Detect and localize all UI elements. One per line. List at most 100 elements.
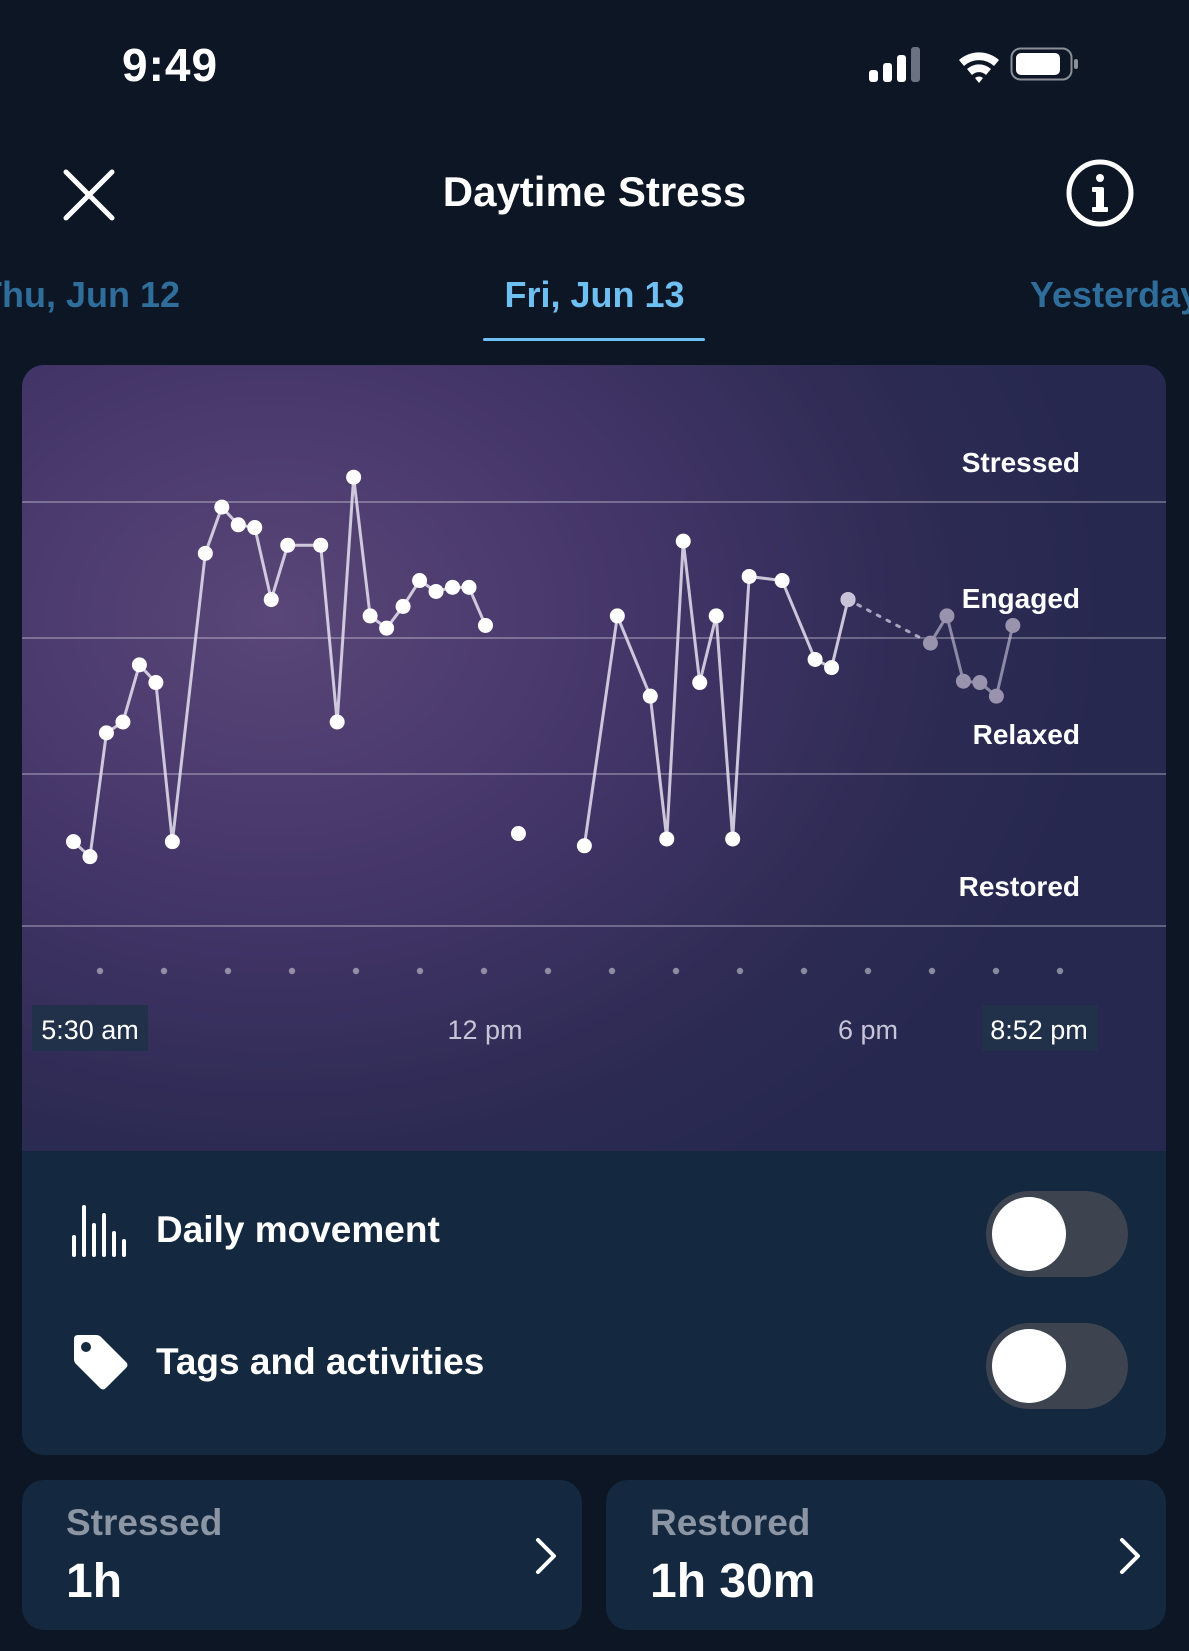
hour-dot <box>352 967 360 975</box>
data-point <box>807 651 823 667</box>
data-point <box>247 520 263 536</box>
hour-dot <box>736 967 744 975</box>
hour-dot <box>1056 967 1064 975</box>
data-point <box>362 608 378 624</box>
hour-dot <box>416 967 424 975</box>
series-line-estimated <box>929 614 1015 698</box>
data-point <box>922 635 938 651</box>
data-point <box>280 537 296 553</box>
daily-movement-row: Daily movement <box>22 1181 1166 1281</box>
daily-movement-label: Daily movement <box>156 1209 440 1250</box>
hour-dot <box>864 967 872 975</box>
data-point <box>412 573 428 589</box>
wifi-icon <box>959 52 999 83</box>
data-point <box>1005 617 1021 633</box>
hour-dot <box>608 967 616 975</box>
data-point <box>115 714 131 730</box>
toggle-knob <box>992 1197 1066 1271</box>
x-tick-label: 5:30 am <box>41 1015 139 1045</box>
summary-value: 1h 30m <box>650 1555 816 1608</box>
data-point <box>379 620 395 636</box>
tab-next-day[interactable]: Yesterday <box>1030 274 1189 316</box>
data-point <box>164 834 180 850</box>
chevron-right-icon <box>536 1538 556 1574</box>
chart-card: Stressed Engaged Relaxed Restored 5:30 am 12… <box>22 365 1166 1455</box>
cellular-signal-icon <box>869 47 920 82</box>
status-icons <box>869 46 1079 93</box>
data-point <box>840 592 856 608</box>
data-point <box>955 673 971 689</box>
hour-dot <box>992 967 1000 975</box>
data-point <box>477 617 493 633</box>
hour-dot <box>224 967 232 975</box>
data-point <box>445 579 461 595</box>
tab-current-day[interactable]: Fri, Jun 13 <box>0 274 1189 316</box>
hour-dot <box>160 967 168 975</box>
stress-chart[interactable]: Stressed Engaged Relaxed Restored 5:30 am 12… <box>22 365 1166 1151</box>
x-tick-label: 12 pm <box>447 1015 522 1045</box>
y-level-label: Relaxed <box>973 719 1080 750</box>
data-point <box>675 533 691 549</box>
data-point <box>197 545 213 561</box>
data-point <box>824 660 840 676</box>
stressed-summary-card[interactable]: Stressed 1h <box>22 1480 582 1630</box>
date-tabs: Thu, Jun 12 Fri, Jun 13 Yesterday <box>0 270 1189 345</box>
hour-dot <box>928 967 936 975</box>
data-point <box>576 838 592 854</box>
summary-label: Stressed <box>66 1502 223 1543</box>
data-point <box>659 831 675 847</box>
y-level-label: Stressed <box>962 447 1080 478</box>
info-icon <box>1066 159 1134 227</box>
data-point <box>741 568 757 584</box>
status-bar: 9:49 <box>0 0 1189 130</box>
data-point <box>313 537 329 553</box>
hour-dot <box>544 967 552 975</box>
chevron-right-icon <box>1120 1538 1140 1574</box>
x-tick-label: 6 pm <box>838 1015 898 1045</box>
hour-dot <box>480 967 488 975</box>
data-point <box>774 573 790 589</box>
stress-chart-svg: Stressed Engaged Relaxed Restored 5:30 am 12… <box>22 447 1166 1051</box>
active-tab-indicator <box>483 338 705 341</box>
data-point <box>98 725 114 741</box>
tags-activities-label: Tags and activities <box>156 1341 485 1382</box>
tag-icon <box>74 1335 128 1390</box>
tags-activities-row: Tags and activities <box>22 1313 1166 1413</box>
data-point <box>939 608 955 624</box>
header: Daytime Stress <box>0 140 1189 250</box>
data-point <box>510 826 526 842</box>
data-point <box>972 675 988 691</box>
data-point <box>428 583 444 599</box>
bars-icon <box>72 1205 126 1257</box>
daily-movement-toggle[interactable] <box>986 1191 1128 1277</box>
data-point <box>82 849 98 865</box>
restored-summary-card[interactable]: Restored 1h 30m <box>606 1480 1166 1630</box>
data-point <box>708 608 724 624</box>
y-level-label: Engaged <box>962 583 1080 614</box>
data-point <box>131 657 147 673</box>
hour-dot <box>800 967 808 975</box>
overlay-toggles: Daily movement Tags and activities <box>22 1151 1166 1455</box>
data-point <box>65 834 81 850</box>
toggle-knob <box>992 1329 1066 1403</box>
hour-dot <box>672 967 680 975</box>
data-point <box>642 688 658 704</box>
status-time: 9:49 <box>122 39 219 91</box>
tags-activities-toggle[interactable] <box>986 1323 1128 1409</box>
y-level-label: Restored <box>959 871 1080 902</box>
estimated-gap-line <box>846 598 932 645</box>
page-title: Daytime Stress <box>442 168 747 215</box>
data-point <box>725 831 741 847</box>
data-point <box>263 592 279 608</box>
battery-icon <box>1010 47 1078 81</box>
data-point <box>692 675 708 691</box>
series-line <box>582 539 850 846</box>
data-point <box>609 608 625 624</box>
hour-dot <box>288 967 296 975</box>
summary-label: Restored <box>650 1502 811 1543</box>
hour-dot <box>96 967 104 975</box>
data-point <box>214 499 230 515</box>
info-button[interactable] <box>1065 158 1135 228</box>
data-point <box>461 579 477 595</box>
data-point <box>148 675 164 691</box>
